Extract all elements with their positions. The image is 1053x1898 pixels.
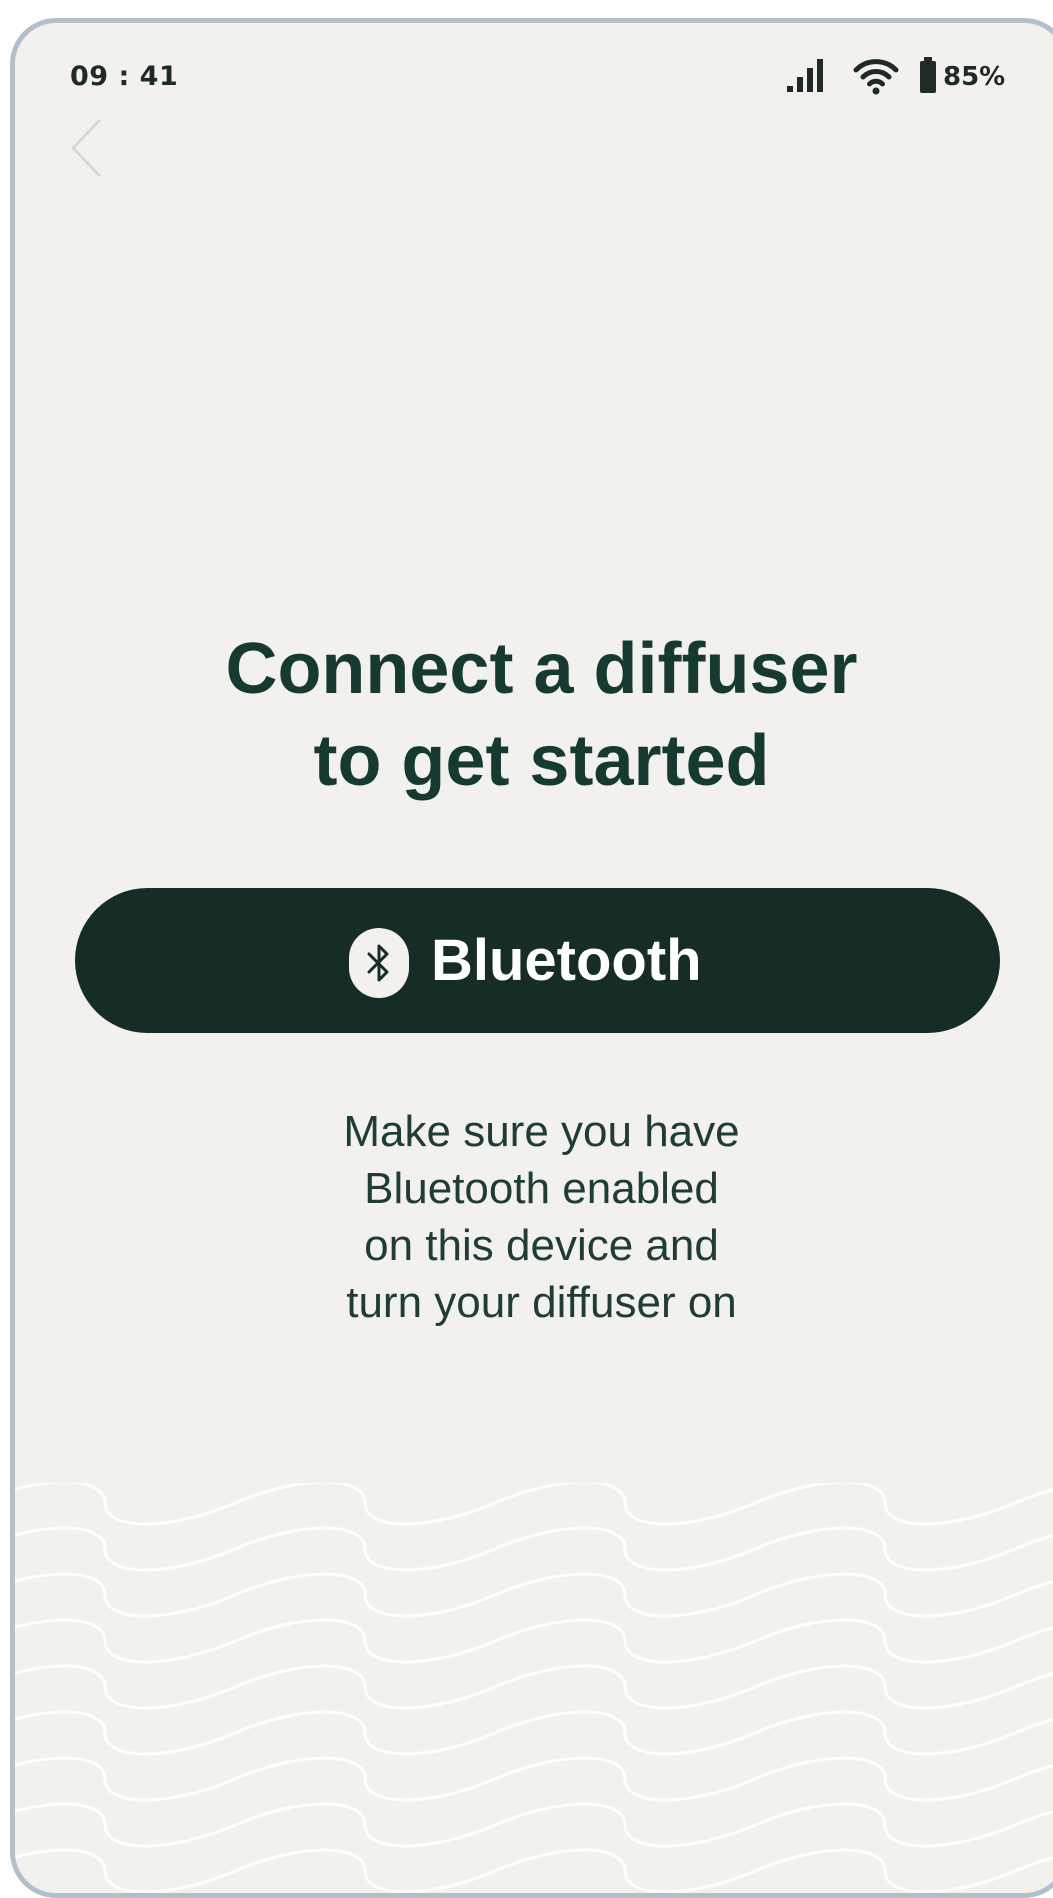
- back-button[interactable]: [55, 113, 115, 183]
- title-line-1: Connect a diffuser: [225, 629, 858, 709]
- bluetooth-button[interactable]: Bluetooth: [75, 888, 1000, 1033]
- page-title: Connect a diffuser to get started: [15, 623, 1053, 807]
- chevron-left-icon: [55, 119, 115, 187]
- wave-line: [15, 1802, 1053, 1848]
- wifi-icon: [853, 53, 899, 104]
- wave-line: [15, 1618, 1053, 1664]
- battery-icon: [917, 53, 939, 104]
- helper-text: Make sure you have Bluetooth enabled on …: [15, 1103, 1053, 1331]
- phone-screen: 09 : 41 85% Connect a diffuser to get st…: [10, 18, 1053, 1898]
- wave-line: [15, 1572, 1053, 1618]
- wave-line: [15, 1710, 1053, 1756]
- helper-line: on this device and: [364, 1221, 719, 1270]
- cellular-signal-icon: [785, 53, 827, 104]
- wave-line: [15, 1483, 1053, 1526]
- wave-line: [15, 1848, 1053, 1893]
- helper-line: Make sure you have: [343, 1107, 740, 1156]
- title-line-2: to get started: [313, 721, 770, 801]
- wave-line: [15, 1756, 1053, 1802]
- wave-line: [15, 1664, 1053, 1710]
- helper-line: turn your diffuser on: [346, 1278, 737, 1327]
- helper-line: Bluetooth enabled: [364, 1164, 719, 1213]
- battery-percent: 85%: [943, 62, 1006, 92]
- status-indicators: 85%: [785, 53, 1015, 103]
- bluetooth-icon: [349, 928, 409, 998]
- wave-line: [15, 1526, 1053, 1572]
- bluetooth-button-label: Bluetooth: [431, 928, 702, 993]
- decorative-waves: [15, 1483, 1053, 1893]
- status-time: 09 : 41: [70, 61, 179, 92]
